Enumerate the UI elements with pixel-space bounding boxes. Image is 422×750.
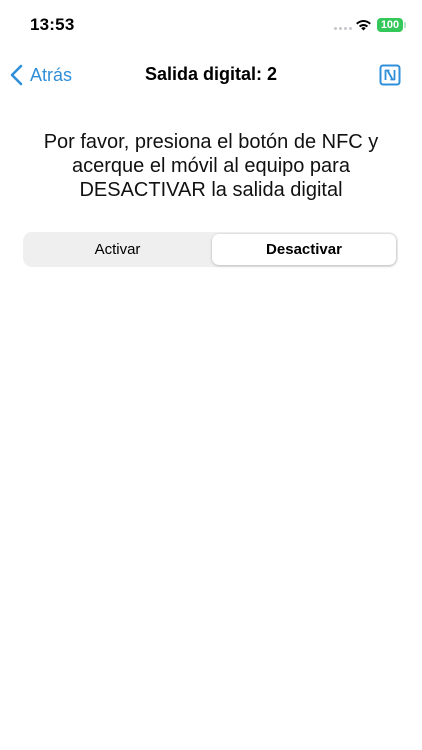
segment-activar[interactable]: Activar xyxy=(25,234,210,265)
battery-tip xyxy=(404,22,406,28)
battery-icon: 100 xyxy=(377,18,403,32)
cellular-signal-icon xyxy=(334,27,352,31)
page-title: Salida digital: 2 xyxy=(144,64,278,84)
activation-segmented-control: Activar Desactivar xyxy=(23,232,398,267)
nfc-icon[interactable] xyxy=(379,64,401,86)
status-time: 13:53 xyxy=(30,15,75,34)
wifi-icon xyxy=(356,20,371,31)
navigation-bar: Atrás Salida digital: 2 xyxy=(0,50,422,100)
status-bar: 13:53 100 xyxy=(0,0,422,50)
nfc-instructions: Por favor, presiona el botón de NFC y ac… xyxy=(43,131,379,201)
segment-desactivar[interactable]: Desactivar xyxy=(212,234,396,265)
